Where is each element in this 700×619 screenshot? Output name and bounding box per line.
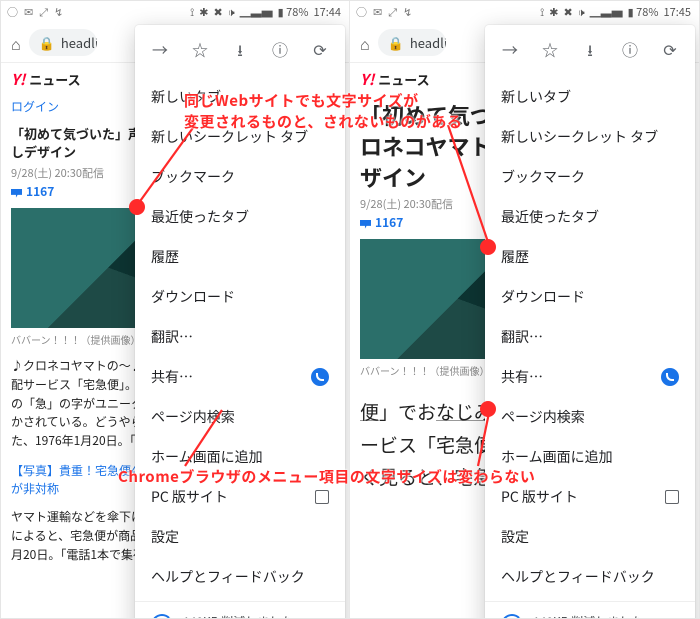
phone-left: ○✉⤢↯ ⟟✱✖🕩 ▁▃▅ ▮ 78% 17:44 ⌂ 🔒 headlin Y!…: [1, 1, 350, 618]
lock-icon: 🔒: [388, 33, 404, 52]
checkbox-icon[interactable]: [315, 490, 329, 504]
info-icon[interactable]: ⓘ: [619, 37, 641, 67]
menu-downloads[interactable]: ダウンロード: [135, 277, 345, 317]
data-saver-icon: [151, 614, 173, 618]
menu-downloads[interactable]: ダウンロード: [485, 277, 695, 317]
menu-new-tab[interactable]: 新しいタブ: [135, 77, 345, 117]
download-icon[interactable]: ⭳: [579, 37, 601, 67]
menu-recent-tabs[interactable]: 最近使ったタブ: [135, 197, 345, 237]
info-icon[interactable]: ⓘ: [269, 37, 291, 67]
reload-icon[interactable]: ⟳: [309, 37, 331, 67]
lock-icon: 🔒: [39, 33, 55, 52]
menu-data-saver[interactable]: 140KB 削減しました(8月30日以降): [485, 606, 695, 618]
menu-desktop-site[interactable]: PC 版サイト: [485, 477, 695, 517]
menu-help[interactable]: ヘルプとフィードバック: [485, 557, 695, 597]
menu-desktop-site[interactable]: PC 版サイト: [135, 477, 345, 517]
menu-share[interactable]: 共有…: [485, 357, 695, 397]
menu-settings[interactable]: 設定: [485, 517, 695, 557]
menu-share[interactable]: 共有…: [135, 357, 345, 397]
menu-history[interactable]: 履歴: [485, 237, 695, 277]
menu-bookmarks[interactable]: ブックマーク: [135, 157, 345, 197]
menu-data-saver[interactable]: 140KB 削減しました(8月30日以降): [135, 606, 345, 618]
menu-new-tab[interactable]: 新しいタブ: [485, 77, 695, 117]
chrome-overflow-menu: → ☆ ⭳ ⓘ ⟳ 新しいタブ 新しいシークレット タブ ブックマーク 最近使っ…: [485, 25, 695, 618]
menu-find-in-page[interactable]: ページ内検索: [485, 397, 695, 437]
chrome-overflow-menu: → ☆ ⭳ ⓘ ⟳ 新しいタブ 新しいシークレット タブ ブックマーク 最近使っ…: [135, 25, 345, 618]
battery-pct: 78%: [636, 4, 658, 20]
checkbox-icon[interactable]: [665, 490, 679, 504]
clock: 17:44: [314, 4, 341, 20]
menu-divider: [485, 601, 695, 602]
cast-icon: [661, 368, 679, 386]
menu-divider: [135, 601, 345, 602]
phone-right: ○✉⤢↯ ⟟✱✖🕩 ▁▃▅ ▮ 78% 17:45 ⌂ 🔒 headlin Y!…: [350, 1, 699, 618]
annotation-dot-left: [129, 199, 145, 215]
android-statusbar: ○✉⤢↯ ⟟✱✖🕩 ▁▃▅ ▮ 78% 17:45: [350, 1, 699, 23]
menu-add-to-home[interactable]: ホーム画面に追加: [485, 437, 695, 477]
annotation-dot-right-bottom: [480, 401, 496, 417]
download-icon[interactable]: ⭳: [229, 37, 251, 67]
forward-icon[interactable]: →: [149, 37, 171, 67]
yahoo-news-label: ニュース: [29, 70, 80, 89]
menu-add-to-home[interactable]: ホーム画面に追加: [135, 437, 345, 477]
menu-help[interactable]: ヘルプとフィードバック: [135, 557, 345, 597]
home-icon[interactable]: ⌂: [360, 31, 370, 55]
clock: 17:45: [664, 4, 691, 20]
menu-settings[interactable]: 設定: [135, 517, 345, 557]
forward-icon[interactable]: →: [499, 37, 521, 67]
annotation-dot-right-top: [480, 239, 496, 255]
home-icon[interactable]: ⌂: [11, 31, 21, 55]
menu-find-in-page[interactable]: ページ内検索: [135, 397, 345, 437]
menu-incognito[interactable]: 新しいシークレット タブ: [485, 117, 695, 157]
star-icon[interactable]: ☆: [539, 37, 561, 67]
cast-icon: [311, 368, 329, 386]
menu-recent-tabs[interactable]: 最近使ったタブ: [485, 197, 695, 237]
yahoo-logo: Y!: [360, 69, 374, 90]
omnibox[interactable]: 🔒 headlin: [29, 29, 97, 56]
yahoo-news-label: ニュース: [378, 70, 429, 89]
menu-incognito[interactable]: 新しいシークレット タブ: [135, 117, 345, 157]
yahoo-logo: Y!: [11, 69, 25, 90]
omnibox[interactable]: 🔒 headlin: [378, 29, 446, 56]
menu-translate[interactable]: 翻訳…: [485, 317, 695, 357]
menu-translate[interactable]: 翻訳…: [135, 317, 345, 357]
url-text: headlin: [410, 33, 446, 52]
android-statusbar: ○✉⤢↯ ⟟✱✖🕩 ▁▃▅ ▮ 78% 17:44: [1, 1, 349, 23]
url-text: headlin: [61, 33, 97, 52]
battery-pct: 78%: [286, 4, 308, 20]
data-saver-icon: [501, 614, 523, 618]
menu-history[interactable]: 履歴: [135, 237, 345, 277]
star-icon[interactable]: ☆: [189, 37, 211, 67]
reload-icon[interactable]: ⟳: [659, 37, 681, 67]
menu-bookmarks[interactable]: ブックマーク: [485, 157, 695, 197]
